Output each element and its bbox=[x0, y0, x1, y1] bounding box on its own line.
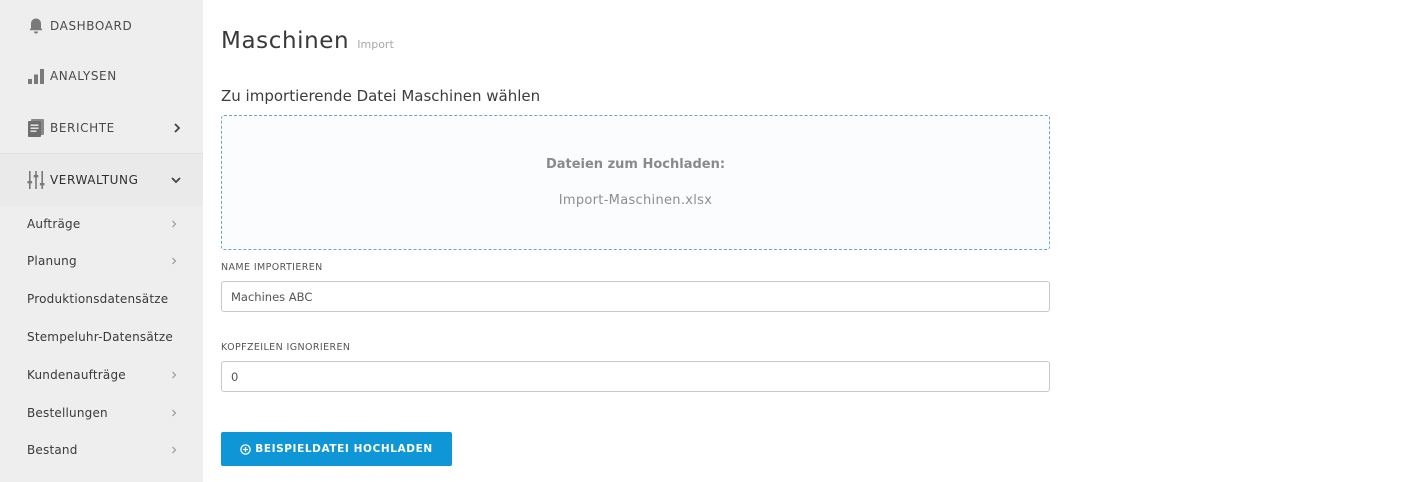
bell-icon bbox=[27, 15, 47, 37]
chevron-right-icon bbox=[173, 123, 181, 133]
chevron-right-icon bbox=[171, 371, 177, 379]
sidebar-item-label: VERWALTUNG bbox=[50, 173, 139, 187]
chevron-right-icon bbox=[171, 257, 177, 265]
ignore-headers-label: KOPFZEILEN IGNORIEREN bbox=[221, 342, 351, 353]
sidebar-item-planung[interactable]: Planung bbox=[0, 243, 203, 279]
chevron-right-icon bbox=[171, 409, 177, 417]
sidebar-item-berichte[interactable]: BERICHTE bbox=[0, 102, 203, 154]
sidebar-item-verwaltung[interactable]: VERWALTUNG bbox=[0, 154, 203, 206]
sidebar-item-auftraege[interactable]: Aufträge bbox=[0, 206, 203, 242]
chevron-right-icon bbox=[171, 446, 177, 454]
sidebar-item-label: Kundenaufträge bbox=[27, 368, 126, 382]
sidebar-item-bestellungen[interactable]: Bestellungen bbox=[0, 395, 203, 431]
sidebar-item-kundenauftraege[interactable]: Kundenaufträge bbox=[0, 357, 203, 393]
file-dropzone[interactable]: Dateien zum Hochladen: Import-Maschinen.… bbox=[221, 115, 1050, 250]
file-select-label: Zu importierende Datei Maschinen wählen bbox=[221, 87, 541, 105]
sidebar-item-label: Planung bbox=[27, 254, 77, 268]
sidebar: DASHBOARD ANALYSEN BERICHTE VERWALTUNG A… bbox=[0, 0, 203, 482]
sidebar-item-bestand[interactable]: Bestand bbox=[0, 432, 203, 468]
plus-circle-icon bbox=[240, 443, 251, 455]
ignore-headers-input[interactable] bbox=[221, 361, 1050, 392]
import-name-input[interactable] bbox=[221, 281, 1050, 312]
reports-icon bbox=[27, 117, 47, 139]
page-title: Maschinen bbox=[221, 28, 350, 54]
page-subtitle: Import bbox=[357, 38, 394, 51]
sidebar-item-label: DASHBOARD bbox=[50, 19, 133, 33]
sidebar-item-produktionsdatensaetze[interactable]: Produktionsdatensätze bbox=[0, 281, 203, 317]
sidebar-item-stempeluhr-datensaetze[interactable]: Stempeluhr-Datensätze bbox=[0, 319, 203, 355]
import-name-label: NAME IMPORTIEREN bbox=[221, 262, 323, 273]
dropzone-filename: Import-Maschinen.xlsx bbox=[558, 193, 713, 208]
sidebar-item-label: Bestellungen bbox=[27, 406, 108, 420]
chevron-right-icon bbox=[171, 220, 177, 228]
sidebar-item-label: Produktionsdatensätze bbox=[27, 292, 169, 306]
upload-sample-button-label: BEISPIELDATEI HOCHLADEN bbox=[255, 443, 433, 455]
upload-sample-button[interactable]: BEISPIELDATEI HOCHLADEN bbox=[221, 432, 452, 466]
sidebar-item-label: Bestand bbox=[27, 443, 78, 457]
dropzone-heading: Dateien zum Hochladen: bbox=[545, 157, 726, 172]
sidebar-item-label: ANALYSEN bbox=[50, 69, 117, 83]
sliders-icon bbox=[27, 169, 47, 191]
sidebar-item-dashboard[interactable]: DASHBOARD bbox=[0, 0, 203, 52]
chevron-down-icon bbox=[171, 176, 181, 184]
sidebar-item-label: Stempeluhr-Datensätze bbox=[27, 330, 173, 344]
sidebar-item-analysen[interactable]: ANALYSEN bbox=[0, 50, 203, 102]
bar-chart-icon bbox=[27, 65, 47, 87]
page-header: Maschinen Import bbox=[221, 28, 394, 54]
sidebar-item-label: Aufträge bbox=[27, 217, 81, 231]
sidebar-item-label: BERICHTE bbox=[50, 121, 115, 135]
